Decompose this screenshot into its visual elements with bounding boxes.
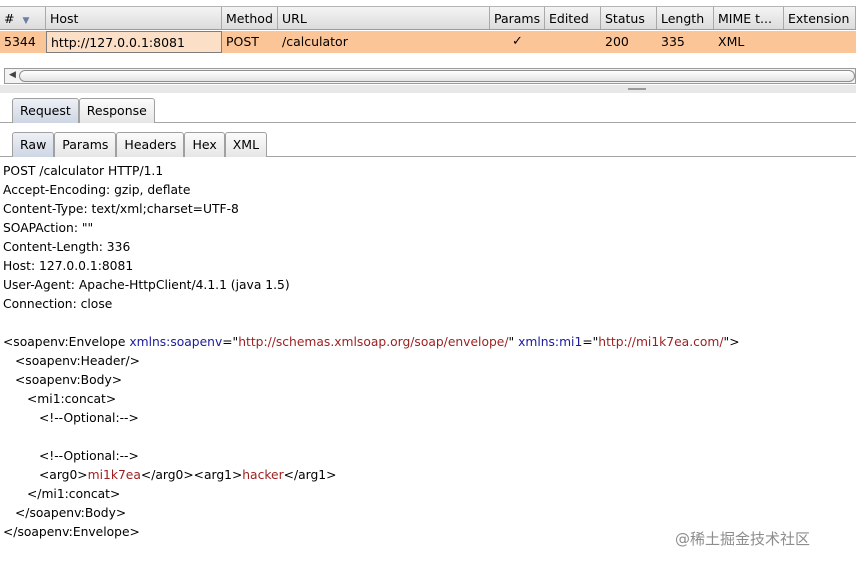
scrollbar-thumb[interactable] (19, 70, 855, 82)
cell-number: 5344 (4, 34, 36, 49)
xml-concat-close: </mi1:concat> (27, 487, 121, 501)
request-line: POST /calculator HTTP/1.1 (3, 164, 164, 178)
xml-header: <soapenv:Header/> (15, 354, 140, 368)
cell-host[interactable]: http://127.0.0.1:8081 (46, 31, 222, 53)
xml-tag: </arg0><arg1> (140, 468, 243, 482)
column-header-extension[interactable]: Extension (784, 7, 856, 29)
table-row[interactable]: 5344 http://127.0.0.1:8081 POST /calcula… (0, 31, 856, 53)
xml-attribute-name: xmlns:soapenv (129, 335, 223, 349)
pane-splitter[interactable] (0, 85, 856, 93)
xml-concat-open: <mi1:concat> (27, 392, 117, 406)
splitter-grip-icon[interactable] (628, 88, 646, 90)
cell-mime-type: XML (718, 34, 745, 49)
header-line: Content-Type: text/xml;charset=UTF-8 (3, 202, 239, 216)
sort-descending-icon[interactable]: ▼ (22, 16, 29, 26)
xml-punct: " (508, 335, 519, 349)
column-header-mime-type[interactable]: MIME t... (714, 7, 784, 29)
xml-body-open: <soapenv:Body> (15, 373, 123, 387)
xml-body-close: </soapenv:Body> (15, 506, 127, 520)
column-header-method[interactable]: Method (222, 7, 278, 29)
header-line: Accept-Encoding: gzip, deflate (3, 183, 191, 197)
column-header-length[interactable]: Length (657, 7, 714, 29)
history-table: # ▼ Host Method URL Params Edited Status … (0, 0, 856, 68)
column-header-host[interactable]: Host (46, 7, 222, 29)
xml-envelope-open: <soapenv:Envelope xmlns:soapenv="http://… (3, 333, 856, 352)
column-header-number[interactable]: # ▼ (0, 7, 46, 29)
cell-url: /calculator (282, 34, 348, 49)
cell-params-checkmark-icon: ✓ (512, 34, 523, 49)
column-header-status[interactable]: Status (601, 7, 657, 29)
column-header-edited[interactable]: Edited (545, 7, 601, 29)
tab-hex[interactable]: Hex (184, 132, 225, 157)
header-line: Host: 127.0.0.1:8081 (3, 259, 134, 273)
xml-tag: <arg0> (39, 468, 88, 482)
column-header-url[interactable]: URL (278, 7, 490, 29)
horizontal-scrollbar[interactable]: ◀ (4, 68, 856, 84)
xml-tag: </arg1> (283, 468, 337, 482)
xml-attribute-name: xmlns:mi1 (518, 335, 583, 349)
table-header: # ▼ Host Method URL Params Edited Status … (0, 6, 856, 30)
cell-extension (784, 31, 856, 53)
tab-request[interactable]: Request (12, 98, 79, 123)
xml-tag: <soapenv:Envelope (3, 335, 130, 349)
tab-xml[interactable]: XML (224, 132, 268, 157)
tab-raw[interactable]: Raw (12, 132, 55, 157)
watermark: @稀土掘金技术社区 (675, 530, 811, 548)
header-line: SOAPAction: "" (3, 221, 94, 235)
xml-text-value: hacker (242, 468, 284, 482)
xml-args: <arg0>mi1k7ea</arg0><arg1>hacker</arg1> (3, 466, 856, 485)
header-line: User-Agent: Apache-HttpClient/4.1.1 (jav… (3, 278, 290, 292)
xml-comment: <!--Optional:--> (39, 449, 139, 463)
cell-method: POST (226, 34, 259, 49)
column-header-params[interactable]: Params (490, 7, 545, 29)
header-line: Content-Length: 336 (3, 240, 131, 254)
xml-comment: <!--Optional:--> (39, 411, 139, 425)
cell-length: 335 (661, 34, 685, 49)
message-tabs: Request Response (0, 96, 856, 123)
xml-attribute-value: http://mi1k7ea.com/ (598, 335, 724, 349)
cell-edited (545, 31, 601, 53)
raw-request-editor[interactable]: POST /calculator HTTP/1.1 Accept-Encodin… (0, 158, 856, 565)
tab-params[interactable]: Params (54, 132, 117, 157)
xml-attribute-value: http://schemas.xmlsoap.org/soap/envelope… (238, 335, 509, 349)
view-tabs: Raw Params Headers Hex XML (0, 130, 856, 157)
tab-response[interactable]: Response (78, 98, 155, 123)
tab-headers[interactable]: Headers (116, 132, 185, 157)
scroll-left-arrow-icon[interactable]: ◀ (9, 70, 16, 80)
xml-punct: =" (582, 335, 599, 349)
xml-punct: "> (723, 335, 740, 349)
header-line: Connection: close (3, 297, 113, 311)
xml-text-value: mi1k7ea (87, 468, 141, 482)
cell-status: 200 (605, 34, 629, 49)
xml-punct: =" (222, 335, 239, 349)
